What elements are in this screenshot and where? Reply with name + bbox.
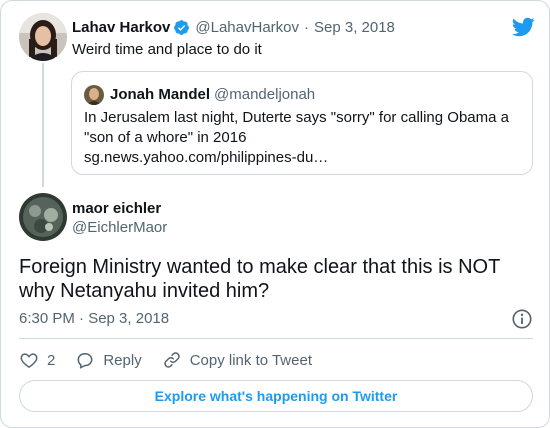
copy-link-button[interactable]: Copy link to Tweet <box>162 350 312 370</box>
parent-author-name[interactable]: Lahav Harkov <box>72 19 170 36</box>
quoted-tweet-text: In Jerusalem last night, Duterte says "s… <box>84 108 524 168</box>
tweet-embed-card: Lahav Harkov @LahavHarkov · Sep 3, 2018 … <box>0 0 550 428</box>
quoted-author-name: Jonah Mandel <box>110 86 211 103</box>
reply-button[interactable]: Reply <box>75 350 142 370</box>
separator-dot: · <box>304 18 309 36</box>
reply-text-line: Foreign Ministry wanted to make clear th… <box>19 256 501 278</box>
like-count: 2 <box>47 351 56 369</box>
heart-icon <box>20 353 38 368</box>
explore-twitter-button[interactable]: Explore what's happening on Twitter <box>19 380 533 412</box>
avatar-jonah-mandel <box>84 85 104 105</box>
twitter-bird-icon[interactable] <box>511 15 535 39</box>
quoted-author-handle: @mandeljonah <box>214 86 316 103</box>
avatar-maor-eichler[interactable] <box>19 193 67 241</box>
quoted-tweet-header: Jonah Mandel @mandeljonah <box>110 85 315 105</box>
reply-author-handle[interactable]: @EichlerMaor <box>72 218 167 238</box>
reply-label: Reply <box>103 351 142 369</box>
reply-tweet-text: Foreign Ministry wanted to make clear th… <box>19 255 529 303</box>
reply-author-name[interactable]: maor eichler <box>72 199 161 219</box>
quoted-tweet[interactable]: Jonah Mandel @mandeljonah In Jerusalem la… <box>71 71 533 175</box>
quoted-link[interactable]: sg.news.yahoo.com/philippines-du… <box>84 148 524 168</box>
divider <box>19 338 533 339</box>
like-button[interactable]: 2 <box>19 350 55 370</box>
copy-link-label: Copy link to Tweet <box>189 351 312 369</box>
reply-bubble-icon <box>77 353 93 369</box>
verified-badge-icon <box>173 19 190 36</box>
parent-tweet-date[interactable]: Sep 3, 2018 <box>314 19 395 36</box>
parent-author-handle[interactable]: @LahavHarkov <box>195 19 299 36</box>
thread-connector-line <box>42 63 44 187</box>
quoted-text-line: "son of a whore" in 2016 <box>84 129 247 146</box>
parent-tweet-text: Weird time and place to do it <box>72 41 262 58</box>
avatar-lahav-harkov[interactable] <box>19 13 67 61</box>
info-icon[interactable] <box>511 308 533 330</box>
quoted-text-line: In Jerusalem last night, Duterte says "s… <box>84 109 509 126</box>
tweet-actions: 2 Reply Copy link to Tweet <box>19 349 332 371</box>
link-icon <box>163 352 180 368</box>
reply-text-line: why Netanyahu invited him? <box>19 280 270 302</box>
reply-timestamp[interactable]: 6:30 PM · Sep 3, 2018 <box>19 309 169 329</box>
parent-tweet-header: Lahav Harkov @LahavHarkov · Sep 3, 2018 <box>72 17 395 37</box>
